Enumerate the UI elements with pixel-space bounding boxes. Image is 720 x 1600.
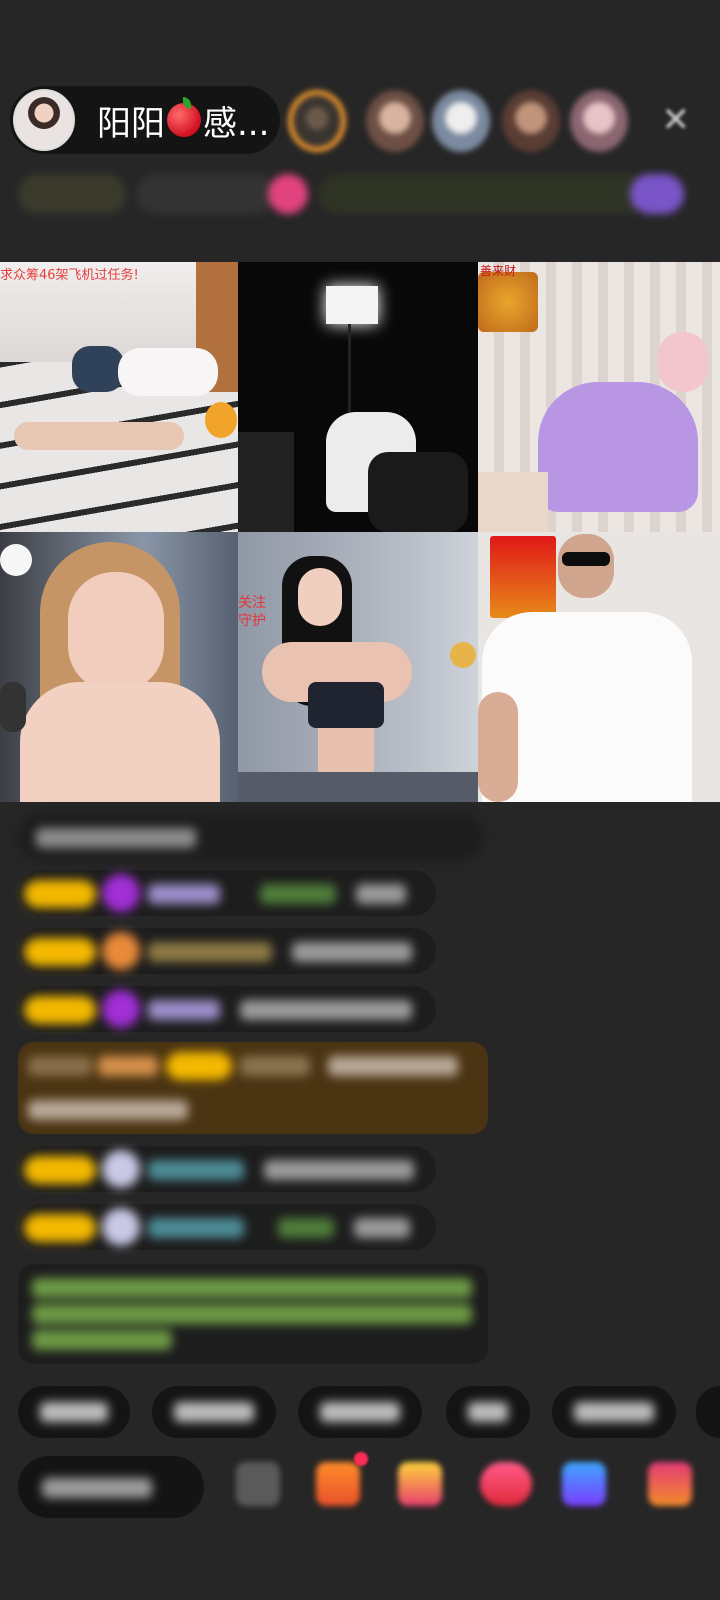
close-icon[interactable]: ✕ <box>662 100 691 140</box>
level-badge <box>24 938 96 966</box>
video-cell[interactable]: 善来财 <box>478 262 720 532</box>
chat-message[interactable] <box>18 870 436 916</box>
gift-badge[interactable] <box>268 174 308 214</box>
diamond-icon <box>102 990 140 1028</box>
badge-row <box>18 168 700 220</box>
multi-guest-video-grid: 求众筹46架飞机过任务! 善来财 关注 守护 <box>0 262 720 802</box>
gift-message[interactable] <box>18 1042 488 1134</box>
quick-reply-chip[interactable] <box>18 1386 130 1438</box>
chat-message[interactable] <box>18 986 436 1032</box>
host-name-text: 阳阳 <box>97 103 165 144</box>
game-icon[interactable] <box>562 1462 606 1506</box>
video-cell[interactable] <box>0 532 238 802</box>
chat-notice <box>18 814 484 860</box>
diamond-icon <box>102 874 140 912</box>
chat-message[interactable] <box>18 1204 436 1250</box>
notification-dot <box>354 1452 368 1466</box>
task-badge[interactable] <box>318 174 648 214</box>
level-badge <box>24 1214 96 1242</box>
cell-overlay-text: 善来财 <box>480 264 517 278</box>
more-badge[interactable] <box>630 174 684 214</box>
chat-message[interactable] <box>18 928 436 974</box>
grid-icon[interactable] <box>236 1462 280 1506</box>
viewer-avatar[interactable] <box>570 90 628 152</box>
level-badge <box>24 1156 96 1184</box>
quick-reply-chip[interactable] <box>446 1386 530 1438</box>
level-badge <box>166 1052 232 1080</box>
cell-overlay-text: 求众筹46架飞机过任务! <box>0 268 139 283</box>
system-announcement <box>18 1264 488 1364</box>
chat-message[interactable] <box>18 1146 436 1192</box>
quick-reply-chip[interactable] <box>152 1386 276 1438</box>
viewer-avatar[interactable] <box>366 90 424 152</box>
level-badge <box>24 996 96 1024</box>
viewer-avatar[interactable] <box>432 90 490 152</box>
quick-reply-chip[interactable] <box>298 1386 422 1438</box>
user-icon <box>102 1208 140 1246</box>
viewer-avatar[interactable] <box>288 90 346 152</box>
user-icon <box>102 1150 140 1188</box>
fans-badge[interactable] <box>136 174 276 214</box>
level-badge <box>24 880 96 908</box>
rose-icon[interactable] <box>480 1462 532 1506</box>
video-cell[interactable] <box>478 532 720 802</box>
chat-input[interactable] <box>18 1456 204 1518</box>
video-cell[interactable] <box>238 262 478 532</box>
cell-overlay-text: 关注 守护 <box>238 595 266 629</box>
more-icon[interactable] <box>648 1462 692 1506</box>
video-cell[interactable]: 求众筹46架飞机过任务! <box>0 262 238 532</box>
apple-icon <box>167 97 201 137</box>
host-name: 阳阳 感... <box>97 96 269 145</box>
host-name-suffix: 感... <box>203 103 270 144</box>
video-cell[interactable]: 关注 守护 <box>238 532 478 802</box>
gift-box-icon[interactable] <box>316 1462 360 1506</box>
host-info-pill[interactable]: 阳阳 感... <box>10 86 280 154</box>
host-avatar[interactable] <box>13 89 75 151</box>
treasure-icon[interactable] <box>398 1462 442 1506</box>
rank-badge[interactable] <box>18 174 126 214</box>
viewer-avatar[interactable] <box>502 90 560 152</box>
medal-icon <box>102 932 140 970</box>
quick-reply-chip[interactable] <box>552 1386 676 1438</box>
quick-reply-chip[interactable] <box>696 1386 720 1438</box>
